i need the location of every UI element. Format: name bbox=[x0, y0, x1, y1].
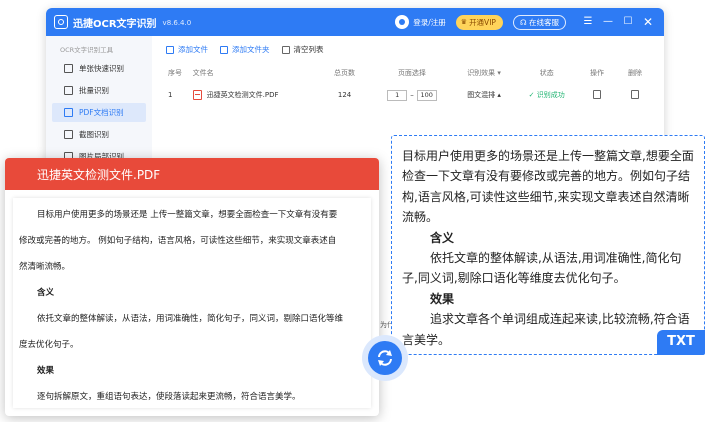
vip-label: 开通VIP bbox=[469, 17, 496, 27]
headset-icon: ☊ bbox=[519, 17, 527, 27]
delete-row-button[interactable] bbox=[616, 89, 654, 101]
txt-paragraph: 目标用户使用更多的场景还是上传一整篇文章,想要全面检查一下文章有没有要修改或完善… bbox=[402, 149, 694, 225]
txt-heading: 含义 bbox=[430, 230, 455, 245]
check-circle-icon: ✓ bbox=[528, 91, 535, 99]
txt-paragraph: 依托文章的整体解读,从语法,用词准确性,简化句子,同义词,剔除口语化等维度去优化… bbox=[402, 251, 682, 286]
column-header: 页面选择 bbox=[397, 69, 426, 77]
sidebar-item-single-recognition[interactable]: 单张快速识别 bbox=[52, 59, 146, 78]
pdf-line: 然清晰流畅。 bbox=[19, 262, 71, 272]
pdf-line: 依托文章的整体解读，从语法，用词准确性，简化句子，同义词，剔除口语化等维 bbox=[37, 314, 344, 324]
clear-list-button[interactable]: 清空列表 bbox=[281, 44, 324, 55]
sidebar-item-label: 截图识别 bbox=[79, 130, 109, 139]
pdf-icon bbox=[64, 108, 73, 117]
effect-value: 图文混排 bbox=[467, 91, 496, 99]
pdf-line: 逐句拆解原文，重组语句表达，使段落读起来更流畅，符合语言美学。 bbox=[37, 392, 301, 402]
image-icon bbox=[64, 64, 73, 73]
app-title: 迅捷OCR文字识别 bbox=[73, 18, 157, 30]
row-number: 1 bbox=[168, 91, 173, 99]
customer-service-button[interactable]: ☊ 在线客服 bbox=[512, 14, 566, 30]
add-folder-label: 添加文件夹 bbox=[232, 45, 270, 54]
pdf-line: 度去优化句子。 bbox=[19, 340, 79, 350]
crop-icon bbox=[64, 130, 73, 139]
column-header: 序号 bbox=[168, 69, 182, 77]
add-file-button[interactable]: 添加文件 bbox=[166, 44, 208, 55]
page-from-input[interactable]: 1 bbox=[387, 89, 408, 101]
column-header: 状态 bbox=[539, 69, 554, 77]
txt-result-card: 目标用户使用更多的场景还是上传一整篇文章,想要全面检查一下文章有没有要修改或完善… bbox=[391, 135, 705, 355]
clear-list-label: 清空列表 bbox=[293, 45, 324, 54]
txt-paragraph: 追求文章各个单词组成连起来读,比较流畅,符合语言美学。 bbox=[402, 312, 690, 347]
status-cell: ✓ 识别成功 bbox=[515, 90, 578, 100]
chevron-down-icon: ▾ bbox=[497, 69, 501, 77]
add-folder-button[interactable]: 添加文件夹 bbox=[220, 44, 270, 55]
document-icon bbox=[593, 89, 602, 99]
sidebar-item-label: 单张快速识别 bbox=[79, 64, 124, 73]
page-to-input[interactable]: 100 bbox=[416, 89, 437, 101]
caret-up-icon: ▴ bbox=[497, 91, 501, 99]
sidebar-item-label: 批量识别 bbox=[79, 86, 109, 95]
trash-icon bbox=[630, 89, 639, 99]
add-file-icon bbox=[166, 45, 174, 54]
add-folder-icon bbox=[220, 45, 228, 54]
login-register-link[interactable]: 登录/注册 bbox=[413, 17, 446, 28]
txt-heading: 效果 bbox=[430, 291, 455, 306]
menu-icon[interactable]: ☰ bbox=[580, 17, 596, 27]
file-name-cell: 迅捷英文检测文件.PDF bbox=[192, 90, 318, 100]
convert-button[interactable] bbox=[362, 335, 408, 381]
add-file-label: 添加文件 bbox=[178, 45, 208, 54]
status-text: 识别成功 bbox=[536, 91, 565, 99]
maximize-icon[interactable]: ☐ bbox=[620, 17, 636, 27]
column-header-label: 识别效果 bbox=[467, 69, 496, 77]
file-name: 迅捷英文检测文件.PDF bbox=[206, 91, 279, 99]
txt-badge: TXT bbox=[657, 330, 705, 355]
app-version: v8.6.4.0 bbox=[162, 19, 192, 27]
app-logo-icon bbox=[54, 15, 68, 29]
effect-select[interactable]: 图文混排 ▴ bbox=[453, 90, 516, 100]
close-icon[interactable]: ✕ bbox=[640, 16, 656, 28]
column-header-effect[interactable]: 识别效果 ▾ bbox=[453, 68, 516, 78]
column-header: 操作 bbox=[590, 69, 605, 77]
pdf-page: 目标用户使用更多的场景还是 上传一整篇文章，想要全面检查一下文章有没有要 修改或… bbox=[13, 198, 371, 408]
column-header: 总页数 bbox=[334, 69, 356, 77]
open-result-button[interactable] bbox=[578, 89, 616, 101]
page-range: 1 – 100 bbox=[371, 89, 453, 101]
sidebar-header: OCR文字识别工具 bbox=[60, 46, 114, 54]
sidebar-item-screenshot-recognition[interactable]: 截图识别 bbox=[52, 125, 146, 144]
pdf-card-title: 迅捷英文检测文件.PDF bbox=[5, 158, 379, 190]
pdf-line: 目标用户使用更多的场景还是 上传一整篇文章，想要全面检查一下文章有没有要 bbox=[37, 210, 338, 220]
total-pages: 124 bbox=[337, 91, 352, 99]
pdf-heading: 效果 bbox=[37, 366, 55, 376]
sidebar-item-label: PDF文档识别 bbox=[79, 108, 124, 117]
toolbar: 添加文件 添加文件夹 清空列表 bbox=[162, 44, 654, 55]
sidebar-item-pdf-recognition[interactable]: PDF文档识别 bbox=[52, 103, 146, 122]
pdf-heading: 含义 bbox=[37, 288, 55, 298]
crown-icon: ♛ bbox=[460, 18, 468, 26]
table-header: 序号 文件名 总页数 页面选择 识别效果 ▾ 状态 操作 删除 bbox=[162, 65, 654, 81]
customer-service-label: 在线客服 bbox=[529, 17, 559, 27]
trash-icon bbox=[281, 45, 290, 54]
refresh-icon bbox=[368, 341, 402, 375]
title-bar: 迅捷OCR文字识别 v8.6.4.0 登录/注册 ♛ 开通VIP ☊ 在线客服 … bbox=[46, 8, 664, 36]
column-header: 文件名 bbox=[192, 69, 214, 77]
layers-icon bbox=[64, 86, 73, 95]
sidebar-item-batch-recognition[interactable]: 批量识别 bbox=[52, 81, 146, 100]
minimize-icon[interactable]: — bbox=[600, 17, 616, 27]
column-header: 删除 bbox=[627, 69, 642, 77]
table-row: 1 迅捷英文检测文件.PDF 124 1 – 100 图文混排 ▴ ✓ 识别成功 bbox=[162, 81, 654, 109]
vip-button[interactable]: ♛ 开通VIP bbox=[455, 14, 503, 30]
pdf-file-icon bbox=[192, 90, 202, 100]
pdf-line: 修改或完善的地方。 例如句子结构，语言风格，可读性这些细节，来实现文章表述自 bbox=[19, 236, 337, 246]
range-separator: – bbox=[410, 91, 414, 99]
pdf-preview-card: 迅捷英文检测文件.PDF 目标用户使用更多的场景还是 上传一整篇文章，想要全面检… bbox=[5, 158, 379, 416]
user-avatar-icon[interactable] bbox=[395, 15, 410, 29]
